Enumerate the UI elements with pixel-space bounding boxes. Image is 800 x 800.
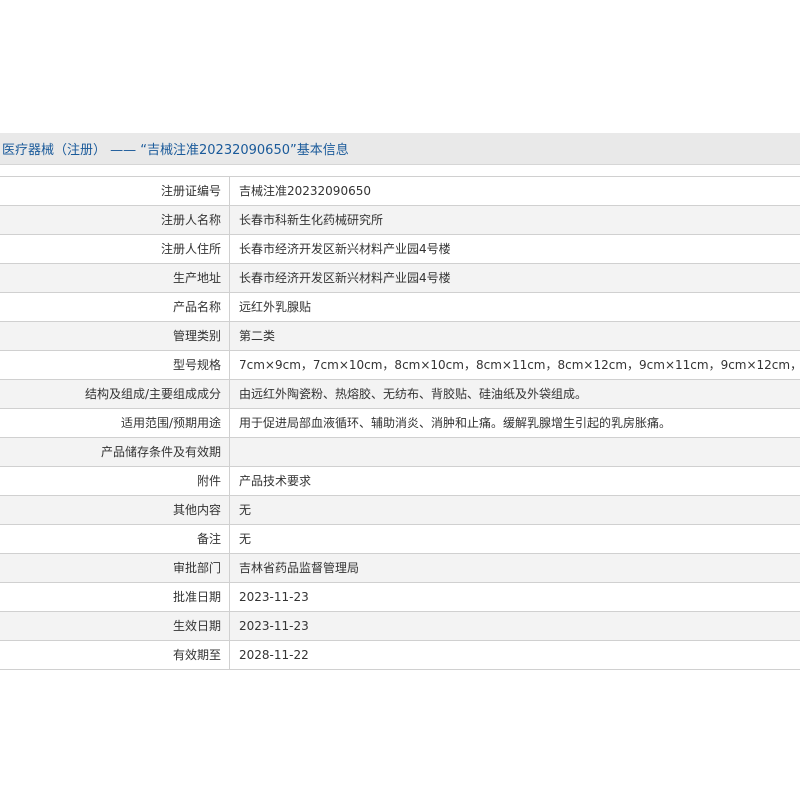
page-title: 医疗器械（注册） —— “吉械注准20232090650”基本信息	[2, 143, 349, 158]
row-value: 吉械注准20232090650	[239, 184, 371, 198]
row-value: 长春市科新生化药械研究所	[239, 213, 384, 227]
info-table: 注册证编号 吉械注准20232090650 注册人名称 长春市科新生化药械研究所…	[0, 176, 800, 670]
row-label: 适用范围/预期用途	[0, 409, 230, 437]
row-value: 无	[239, 503, 252, 517]
table-row-model-spec: 型号规格 7cm×9cm，7cm×10cm，8cm×10cm，8cm×11cm，…	[0, 351, 800, 380]
table-row-production-address: 生产地址 长春市经济开发区新兴材料产业园4号楼	[0, 264, 800, 293]
row-value: 2023-11-23	[239, 619, 309, 633]
table-row-remarks: 备注 无	[0, 525, 800, 554]
table-row-effective-date: 生效日期 2023-11-23	[0, 612, 800, 641]
row-value: 2023-11-23	[239, 590, 309, 604]
row-value: 2028-11-22	[239, 648, 309, 662]
row-value: 7cm×9cm，7cm×10cm，8cm×10cm，8cm×11cm，8cm×1…	[239, 358, 800, 372]
table-row-storage-validity: 产品储存条件及有效期	[0, 438, 800, 467]
row-label: 型号规格	[0, 351, 230, 379]
row-value: 第二类	[239, 329, 276, 343]
row-value	[230, 438, 800, 466]
table-row-registrant-address: 注册人住所 长春市经济开发区新兴材料产业园4号楼	[0, 235, 800, 264]
page-title-bar: 医疗器械（注册） —— “吉械注准20232090650”基本信息	[0, 133, 800, 165]
row-label: 结构及组成/主要组成成分	[0, 380, 230, 408]
table-row-expiry-date: 有效期至 2028-11-22	[0, 641, 800, 670]
row-label: 审批部门	[0, 554, 230, 582]
table-row-structure-composition: 结构及组成/主要组成成分 由远红外陶瓷粉、热熔胶、无纺布、背胶贴、硅油纸及外袋组…	[0, 380, 800, 409]
table-row-registration-number: 注册证编号 吉械注准20232090650	[0, 177, 800, 206]
table-row-registrant-name: 注册人名称 长春市科新生化药械研究所	[0, 206, 800, 235]
table-row-approval-department: 审批部门 吉林省药品监督管理局	[0, 554, 800, 583]
row-label: 其他内容	[0, 496, 230, 524]
row-label: 注册人住所	[0, 235, 230, 263]
row-label: 注册证编号	[0, 177, 230, 205]
table-row-intended-use: 适用范围/预期用途 用于促进局部血液循环、辅助消炎、消肿和止痛。缓解乳腺增生引起…	[0, 409, 800, 438]
row-label: 备注	[0, 525, 230, 553]
table-row-management-category: 管理类别 第二类	[0, 322, 800, 351]
row-label: 附件	[0, 467, 230, 495]
row-value: 长春市经济开发区新兴材料产业园4号楼	[239, 242, 451, 256]
row-label: 生效日期	[0, 612, 230, 640]
table-row-attachment: 附件 产品技术要求	[0, 467, 800, 496]
row-value: 产品技术要求	[239, 474, 312, 488]
row-label: 产品名称	[0, 293, 230, 321]
table-row-approval-date: 批准日期 2023-11-23	[0, 583, 800, 612]
row-value: 远红外乳腺贴	[239, 300, 312, 314]
row-label: 注册人名称	[0, 206, 230, 234]
page: 医疗器械（注册） —— “吉械注准20232090650”基本信息 注册证编号 …	[0, 0, 800, 800]
row-label: 管理类别	[0, 322, 230, 350]
row-value: 由远红外陶瓷粉、热熔胶、无纺布、背胶贴、硅油纸及外袋组成。	[239, 387, 588, 401]
row-label: 生产地址	[0, 264, 230, 292]
row-value: 长春市经济开发区新兴材料产业园4号楼	[239, 271, 451, 285]
table-row-other-content: 其他内容 无	[0, 496, 800, 525]
row-value: 吉林省药品监督管理局	[239, 561, 360, 575]
row-value: 无	[239, 532, 252, 546]
row-label: 有效期至	[0, 641, 230, 669]
row-value: 用于促进局部血液循环、辅助消炎、消肿和止痛。缓解乳腺增生引起的乳房胀痛。	[239, 416, 672, 430]
row-label: 产品储存条件及有效期	[0, 438, 230, 466]
row-label: 批准日期	[0, 583, 230, 611]
table-row-product-name: 产品名称 远红外乳腺贴	[0, 293, 800, 322]
